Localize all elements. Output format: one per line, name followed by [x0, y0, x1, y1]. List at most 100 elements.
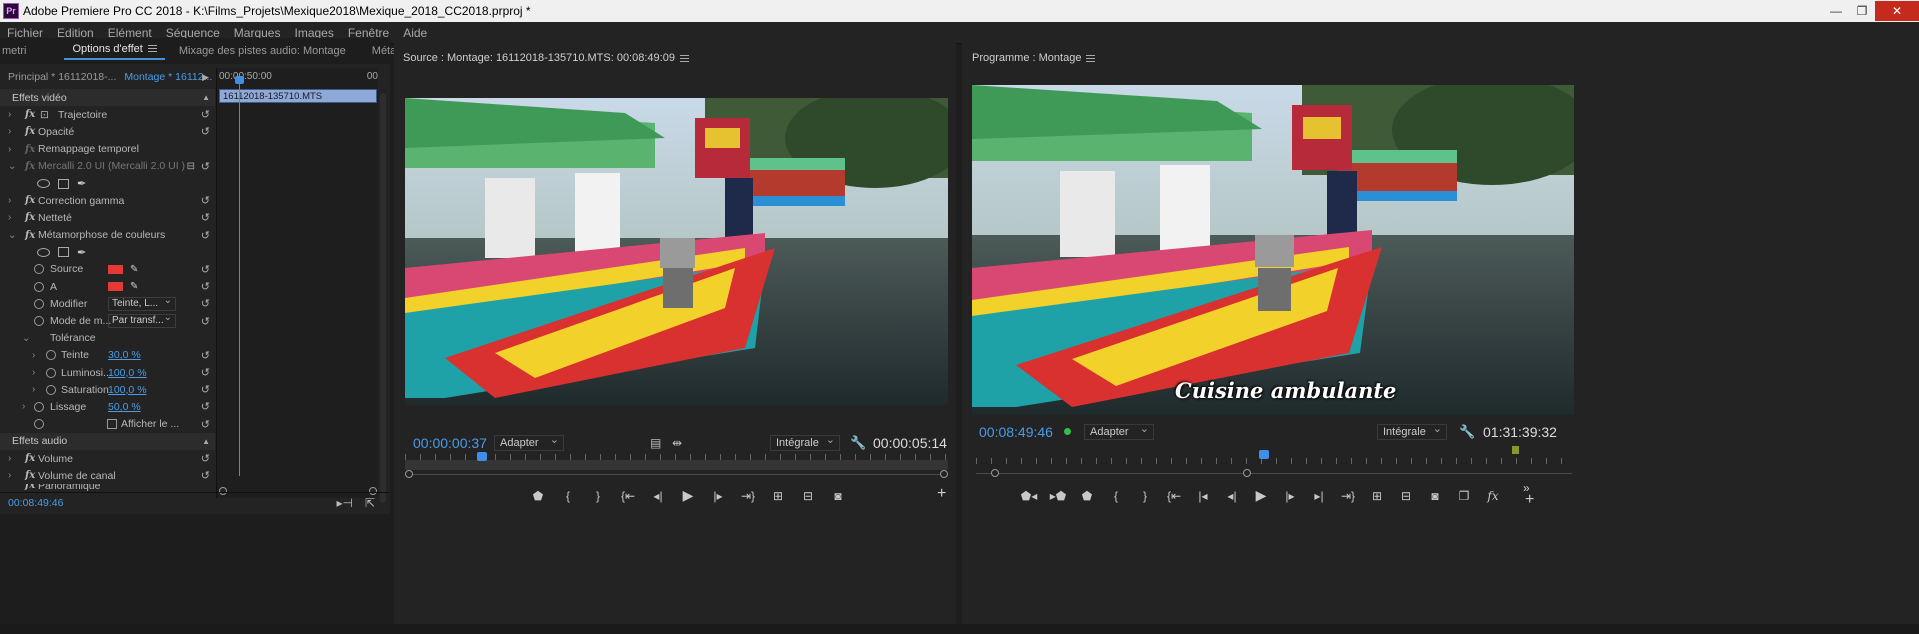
program-timecode[interactable]: 00:08:49:46 — [979, 424, 1053, 440]
section-video-effects[interactable]: Effets vidéo ▲ — [0, 89, 215, 107]
close-button[interactable]: ✕ — [1875, 1, 1919, 21]
go-to-next-edit-icon[interactable]: ▸| — [1310, 489, 1328, 503]
settings-icon[interactable]: ⊟ — [187, 161, 195, 172]
go-to-previous-edit-icon[interactable]: |◂ — [1194, 489, 1212, 503]
chevron-right-icon[interactable]: › — [8, 470, 11, 481]
source-scrubber[interactable] — [405, 452, 948, 482]
clip-export-icon[interactable]: ▤ — [650, 436, 661, 450]
go-to-in-icon[interactable]: {⇤ — [1165, 489, 1183, 503]
source-quality-dropdown[interactable]: Intégrale — [770, 433, 840, 451]
effect-row-volume-canal[interactable]: › fx Volume de canal ↺ — [0, 467, 215, 484]
pen-mask-icon[interactable]: ✒ — [77, 177, 86, 190]
mark-in-icon[interactable]: { — [1107, 489, 1125, 503]
fx-icon[interactable]: fx — [25, 195, 35, 206]
tab-effect-options[interactable]: Options d'effet — [64, 43, 165, 60]
fx-icon[interactable]: fx — [25, 453, 35, 464]
step-back-icon[interactable]: ◂| — [649, 489, 667, 503]
tab-audio-mix[interactable]: Mixage des pistes audio: Montage — [171, 45, 354, 57]
param-row-saturation[interactable]: › Saturation 100,0 % ↺ — [0, 381, 215, 398]
filter-icon[interactable]: ▸⊣ — [336, 496, 352, 510]
go-to-in-icon[interactable]: {⇤ — [619, 489, 637, 503]
param-row-mode[interactable]: Mode de m... Par transf... ↺ — [0, 312, 215, 329]
wrench-icon[interactable]: 🔧 — [1459, 424, 1475, 440]
fx-icon[interactable]: fx — [25, 126, 35, 137]
eyedropper-icon[interactable]: ✎ — [130, 264, 138, 275]
source-color-swatch[interactable] — [108, 264, 123, 274]
add-marker-icon[interactable]: ⬟ — [529, 489, 547, 503]
reset-icon[interactable]: ↺ — [201, 108, 210, 121]
mark-out-icon[interactable]: } — [1136, 489, 1154, 503]
effect-row-mercalli[interactable]: ⌄ fx Mercalli 2.0 UI (Mercalli 2.0 UI ) … — [0, 158, 215, 175]
fx-icon[interactable]: fx — [25, 109, 35, 120]
stopwatch-icon[interactable] — [34, 281, 44, 292]
chevron-right-icon[interactable]: › — [32, 350, 35, 361]
effect-row-opacite[interactable]: › fx Opacité ↺ — [0, 123, 215, 140]
program-video-frame[interactable]: Cuisine ambulante — [972, 85, 1574, 415]
fx-icon[interactable]: fx — [25, 212, 35, 223]
zoom-end-handle[interactable] — [940, 470, 948, 478]
go-to-out-icon[interactable]: ⇥} — [739, 489, 757, 503]
fx-icon[interactable]: fx — [25, 144, 35, 155]
effect-row-volume[interactable]: › fx Volume ↺ — [0, 450, 215, 467]
fx-icon[interactable]: fx — [1484, 489, 1502, 503]
playhead-line[interactable] — [239, 76, 240, 476]
fx-icon[interactable]: fx — [25, 470, 35, 481]
program-monitor-title[interactable]: Programme : Montage — [972, 52, 1096, 64]
param-row-lissage[interactable]: › Lissage 50,0 % ↺ — [0, 398, 215, 415]
extract-icon[interactable]: ▸⬟ — [1049, 489, 1067, 503]
param-row-tolerance[interactable]: ⌄ Tolérance — [0, 330, 215, 347]
effect-row-nettete[interactable]: › fx Netteté ↺ — [0, 209, 215, 226]
add-button-icon[interactable]: + — [937, 485, 946, 503]
drag-audio-video-icon[interactable]: ⇹ — [672, 436, 682, 450]
chevron-right-icon[interactable]: › — [22, 401, 25, 412]
reset-icon[interactable]: ↺ — [201, 263, 210, 276]
add-marker-icon[interactable]: ⬟ — [1078, 489, 1096, 503]
extract-clip-icon[interactable]: ⊟ — [1397, 489, 1415, 503]
param-row-teinte[interactable]: › Teinte 30,0 % ↺ — [0, 347, 215, 364]
reset-icon[interactable]: ↺ — [201, 469, 210, 482]
zoom-start-handle[interactable] — [991, 469, 999, 477]
program-fit-dropdown[interactable]: Adapter — [1084, 422, 1154, 440]
pen-mask-icon[interactable]: ✒ — [77, 246, 86, 259]
chevron-right-icon[interactable]: › — [32, 367, 35, 378]
camera-icon[interactable]: ◙ — [1426, 489, 1444, 503]
reset-icon[interactable]: ↺ — [201, 418, 210, 431]
chevron-down-icon[interactable]: ⌄ — [8, 161, 16, 172]
wrench-icon[interactable]: 🔧 — [850, 435, 866, 451]
chevron-right-icon[interactable]: › — [8, 212, 11, 223]
reset-icon[interactable]: ↺ — [201, 194, 210, 207]
reset-icon[interactable]: ↺ — [201, 383, 210, 396]
camera-icon[interactable]: ◙ — [829, 489, 847, 503]
param-row-afficher[interactable]: Afficher le ... ↺ — [0, 416, 215, 433]
section-audio-effects[interactable]: Effets audio ▲ — [0, 432, 215, 450]
comparison-view-icon[interactable]: ❐ — [1455, 489, 1473, 503]
reset-icon[interactable]: ↺ — [201, 229, 210, 242]
play-icon[interactable]: ▶ — [1252, 487, 1270, 504]
teinte-value[interactable]: 30,0 % — [108, 349, 141, 361]
mark-in-icon[interactable]: { — [559, 489, 577, 503]
zoom-end-handle[interactable] — [1243, 469, 1251, 477]
rectangle-mask-icon[interactable] — [58, 247, 69, 258]
stopwatch-icon[interactable] — [34, 298, 44, 309]
saturation-value[interactable]: 100,0 % — [108, 384, 147, 396]
mark-out-icon[interactable]: } — [589, 489, 607, 503]
source-monitor-title[interactable]: Source : Montage: 16112018-135710.MTS: 0… — [403, 52, 689, 64]
effect-row-metamorphose[interactable]: ⌄ fx Métamorphose de couleurs ↺ — [0, 227, 215, 244]
rectangle-mask-icon[interactable] — [58, 178, 69, 189]
reset-icon[interactable]: ↺ — [201, 400, 210, 413]
reset-icon[interactable]: ↺ — [201, 125, 210, 138]
clip-selector[interactable]: Montage * 16112... — [116, 71, 212, 83]
param-row-a[interactable]: A ✎ ↺ — [0, 278, 215, 295]
chevron-right-icon[interactable]: › — [8, 126, 11, 137]
panel-menu-icon[interactable] — [147, 45, 157, 53]
sequence-selector[interactable]: Principal * 16112018-... — [0, 71, 116, 83]
fx-icon[interactable]: fx — [25, 161, 35, 172]
luminosite-value[interactable]: 100,0 % — [108, 367, 147, 379]
chevron-right-icon[interactable]: › — [8, 195, 11, 206]
stopwatch-icon[interactable] — [34, 419, 44, 430]
stopwatch-icon[interactable] — [46, 350, 56, 361]
source-timecode[interactable]: 00:00:00:37 — [413, 435, 487, 451]
effect-row-gamma[interactable]: › fx Correction gamma ↺ — [0, 192, 215, 209]
minimize-button[interactable]: — — [1823, 1, 1849, 21]
lissage-value[interactable]: 50,0 % — [108, 401, 141, 413]
